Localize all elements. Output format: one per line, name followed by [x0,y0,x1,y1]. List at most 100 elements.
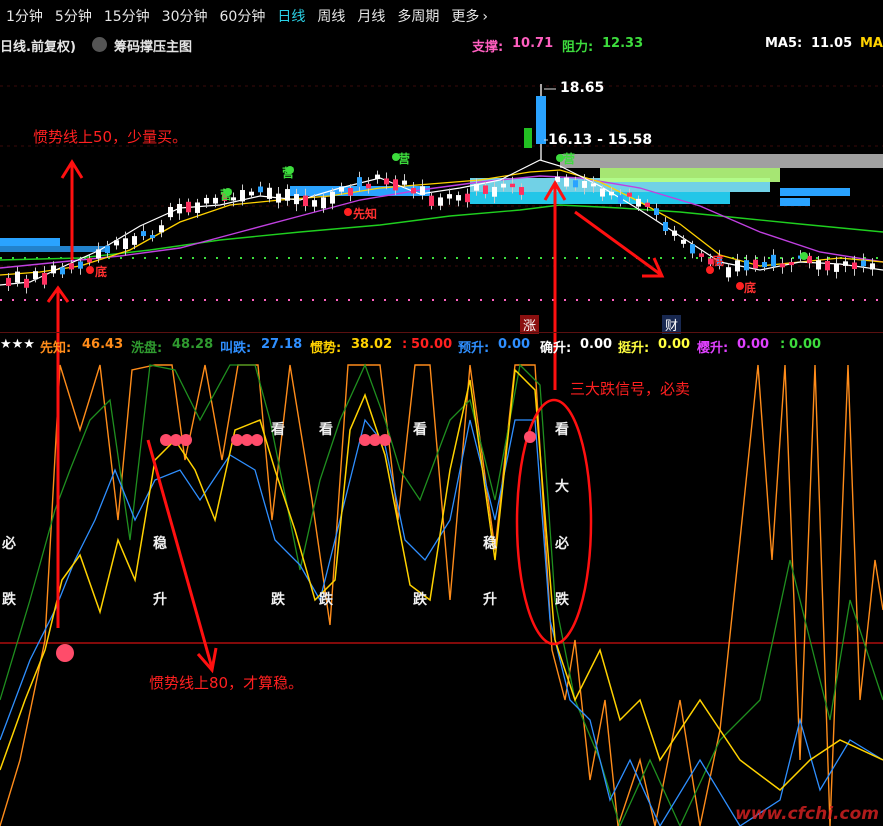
candle-body [267,187,272,199]
candle-body [123,238,128,250]
annotation-right: 三大跌信号，必卖 [570,380,691,398]
candle-body [213,197,218,204]
signal-bi: 必 [555,536,569,552]
candle-body [78,261,83,269]
candle-body [402,180,407,185]
candle-body [780,263,785,268]
candle-body [834,263,839,272]
candle-body [735,260,740,272]
signal-wen: 稳 [483,536,497,552]
tag-ying: 营 [398,152,411,166]
ind-label-yusheng: 预升: [458,341,490,356]
candle-body [609,191,614,196]
signal-da: 大 [555,479,569,495]
candle-body [753,259,758,269]
candle-body [105,245,110,254]
signal-kan: 看 [413,422,427,438]
gem-icon [251,434,263,446]
gem-icons [56,431,536,662]
signal-bi: 必 [2,536,16,552]
candle-body [447,194,452,199]
gem-icon [180,434,192,446]
candle-body [645,202,650,207]
candle-body [150,235,155,239]
candle-body [87,258,92,263]
signal-sheng: 升 [483,592,497,608]
ind-label-guanshi: 惯势: [310,341,342,356]
chart-canvas [0,84,883,826]
candle-body [852,262,857,269]
candle-body [762,262,767,268]
candle-body [771,254,776,267]
price-band-label: 16.13 - 15.58 [548,132,653,148]
tag-dot-di [736,282,744,290]
candle-body [366,183,371,189]
ind-label-line50: : [402,337,408,352]
candle-body [15,271,20,283]
candle-body [591,183,596,187]
candle-body [384,178,389,185]
candle-body [258,186,263,193]
candle-body [726,267,731,278]
candle-body [393,179,398,191]
candle-body [285,189,290,201]
tag-di: 底 [95,265,108,279]
pane-divider[interactable] [0,332,883,333]
candle-body [870,263,875,270]
candle-body [240,190,245,202]
candle-body [42,272,47,285]
candle-body [789,262,794,266]
candle-body [582,181,587,188]
candle-body [69,263,74,270]
candle-body [51,265,56,274]
signal-kan: 看 [271,422,285,438]
candle-body [555,176,560,182]
ind-value-guanshi: 38.02 [351,337,393,352]
candle-body [510,183,515,188]
candle-body [699,253,704,257]
ind-label-yingsheng: 樱升: [697,341,729,356]
signal-die: 跌 [413,592,427,608]
candle-body [186,201,191,213]
candle-body [654,208,659,215]
candle-body [861,260,866,267]
ma-green-line [0,204,883,261]
ind-value-yusheng: 0.00 [498,337,531,352]
candle-body [321,197,326,209]
indicator-infobar: ★★★ 先知: 46.43 洗盘: 48.28 叫跌: 27.18 惯势: 38… [0,334,883,356]
candle-body [627,192,632,197]
ind-value-quesheng: 0.00 [580,337,613,352]
watermark: www.cfchi.com [735,804,879,824]
ind-value-jiaodie: 27.18 [261,337,303,352]
candle-body [312,200,317,207]
candle-body [357,177,362,187]
candle-body [501,183,506,188]
candle-body [519,187,524,195]
candle-body [96,249,101,259]
ind-value-tingsheng: 0.00 [658,337,691,352]
ind-blue-line [0,418,883,826]
ind-value-yingsheng: 0.00 [737,337,770,352]
candle-body [195,202,200,213]
gem-icon [56,644,74,662]
tag-di: 底 [712,254,725,268]
candle-body [636,198,641,207]
ind-value-xianzhi: 46.43 [82,337,124,352]
tag-dot-di [86,266,94,274]
ind-value-xipan: 48.28 [172,337,214,352]
candle-body [474,184,479,191]
candle-body [663,221,668,232]
candle-body [456,195,461,201]
candle-body [564,177,569,187]
tag-ying: 营 [563,152,576,166]
gem-icon [379,434,391,446]
signal-die: 跌 [555,592,569,608]
candle-body [681,239,686,244]
candle-body [600,188,605,197]
candle-body [303,195,308,207]
candle-body [843,261,848,266]
stars: ★★★ [0,337,35,352]
candle-body [339,186,344,192]
signal-kan: 看 [319,422,333,438]
candle-body [60,267,65,275]
